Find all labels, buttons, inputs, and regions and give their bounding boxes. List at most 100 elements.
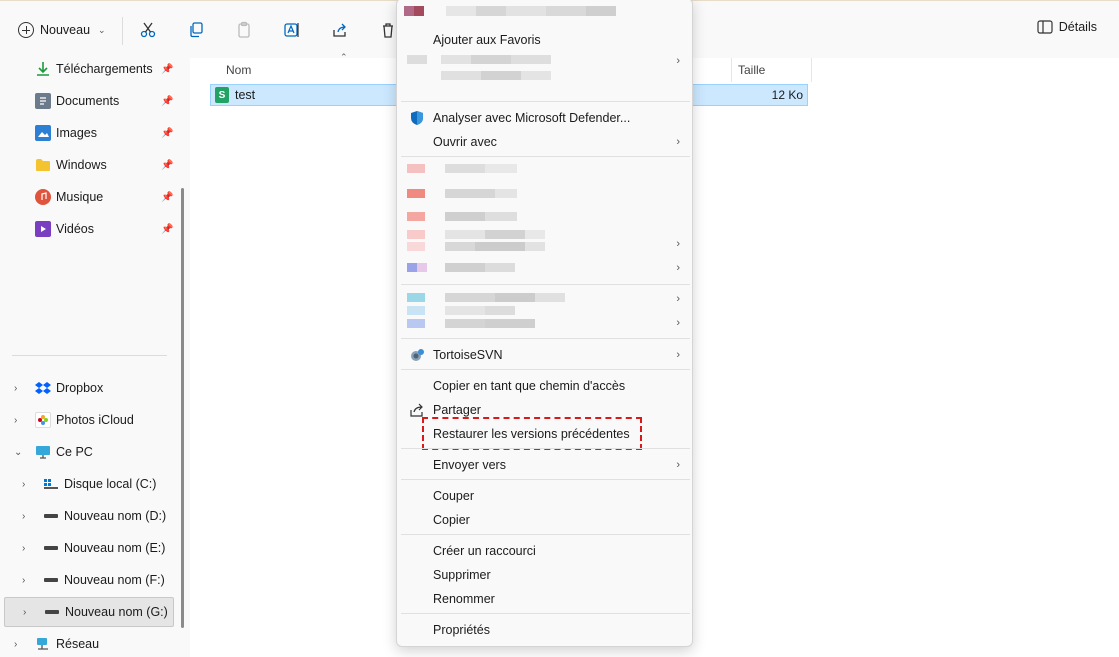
column-divider[interactable] [811, 58, 812, 82]
sidebar-scrollbar[interactable] [181, 188, 184, 628]
menu-item-rename[interactable]: Renommer [401, 587, 690, 611]
chevron-right-icon[interactable]: › [22, 511, 25, 522]
chevron-right-icon[interactable]: › [14, 639, 17, 650]
music-icon [35, 189, 51, 205]
network-icon [35, 636, 51, 652]
menu-item-label: Renommer [433, 592, 495, 606]
menu-separator [401, 284, 690, 285]
details-button[interactable]: Détails [1037, 20, 1097, 34]
menu-item-tortoisesvn[interactable]: TortoiseSVN › [401, 343, 690, 367]
pin-icon[interactable]: 📌 [161, 224, 173, 235]
sidebar-item-label: Vidéos [56, 222, 94, 236]
sidebar-item-windows[interactable]: Windows 📌 [0, 150, 178, 180]
cut-button[interactable] [135, 17, 161, 43]
sidebar-item-drive-d[interactable]: › Nouveau nom (D:) [0, 501, 178, 531]
chevron-right-icon: › [676, 262, 680, 274]
sidebar-item-downloads[interactable]: Téléchargements 📌 [0, 54, 178, 84]
menu-item-label: Envoyer vers [433, 458, 506, 472]
menu-item-cut[interactable]: Couper [401, 484, 690, 508]
column-header-name[interactable]: Nom [226, 58, 251, 82]
chevron-down-icon: ⌄ [98, 24, 106, 35]
menu-item-label: Analyser avec Microsoft Defender... [433, 111, 631, 125]
chevron-right-icon[interactable]: › [23, 607, 26, 618]
copy-button[interactable] [183, 17, 209, 43]
menu-item-label: Partager [433, 403, 481, 417]
sidebar-item-icloud-photos[interactable]: › Photos iCloud [0, 405, 178, 435]
sidebar-item-label: Images [56, 126, 97, 140]
icloud-photos-icon [35, 412, 51, 428]
sidebar-divider [12, 355, 167, 356]
pin-icon[interactable]: 📌 [161, 128, 173, 139]
new-button[interactable]: Nouveau ⌄ [12, 15, 112, 45]
sidebar-item-label: Téléchargements [56, 62, 153, 76]
menu-separator [401, 369, 690, 370]
sidebar-item-drive-c[interactable]: › Disque local (C:) [0, 469, 178, 499]
redacted-submenu[interactable]: › [401, 232, 690, 256]
menu-item-label: Supprimer [433, 568, 491, 582]
sidebar-item-videos[interactable]: Vidéos 📌 [0, 214, 178, 244]
trash-icon [383, 23, 393, 38]
redacted-submenu[interactable]: › [401, 311, 690, 335]
chevron-right-icon[interactable]: › [22, 575, 25, 586]
sidebar-item-dropbox[interactable]: › Dropbox [0, 373, 178, 403]
folder-icon [35, 157, 51, 173]
chevron-right-icon[interactable]: › [14, 383, 17, 394]
redacted-submenu[interactable]: › [401, 49, 690, 73]
sidebar-item-label: Documents [56, 94, 120, 108]
redacted-menu-item [404, 6, 616, 16]
new-button-label: Nouveau [40, 23, 91, 37]
redacted-submenu[interactable]: › [401, 287, 690, 311]
chevron-down-icon[interactable]: ⌄ [14, 447, 22, 458]
menu-item-create-shortcut[interactable]: Créer un raccourci [401, 539, 690, 563]
navigation-pane: Téléchargements 📌 Documents 📌 Images 📌 W… [0, 58, 190, 657]
sidebar-item-label: Dropbox [56, 381, 104, 395]
chevron-right-icon[interactable]: › [22, 543, 25, 554]
sidebar-item-documents[interactable]: Documents 📌 [0, 86, 178, 116]
column-header-size[interactable]: Taille [738, 58, 765, 82]
chevron-right-icon[interactable]: › [14, 415, 17, 426]
pin-icon[interactable]: 📌 [161, 96, 173, 107]
pc-icon [35, 444, 51, 460]
menu-item-properties[interactable]: Propriétés [401, 618, 690, 642]
redacted-submenu[interactable]: › [401, 256, 690, 280]
sidebar-item-label: Réseau [56, 637, 100, 651]
paste-button[interactable] [231, 17, 257, 43]
dropbox-icon [35, 380, 51, 396]
rename-button[interactable] [279, 17, 305, 43]
context-menu: Ajouter aux Favoris › Analyser avec Micr… [396, 0, 693, 647]
pin-icon[interactable]: 📌 [161, 64, 173, 75]
sidebar-item-network[interactable]: › Réseau [0, 629, 178, 657]
drive-icon [43, 508, 59, 524]
menu-item-label: Propriétés [433, 623, 490, 637]
menu-item-label: Couper [433, 489, 474, 503]
sidebar-item-drive-f[interactable]: › Nouveau nom (F:) [0, 565, 178, 595]
sidebar-item-label: Nouveau nom (G:) [65, 605, 168, 619]
chevron-right-icon[interactable]: › [22, 479, 25, 490]
windows-drive-icon [43, 476, 59, 492]
column-divider[interactable] [731, 58, 732, 82]
menu-item-label: TortoiseSVN [433, 348, 503, 362]
pin-icon[interactable]: 📌 [161, 192, 173, 203]
pin-icon[interactable]: 📌 [161, 160, 173, 171]
sidebar-item-label: Musique [56, 190, 104, 204]
sidebar-item-music[interactable]: Musique 📌 [0, 182, 178, 212]
menu-item-send-to[interactable]: Envoyer vers › [401, 453, 690, 477]
sidebar-item-this-pc[interactable]: ⌄ Ce PC [0, 437, 178, 467]
defender-shield-icon [409, 110, 425, 126]
menu-separator [401, 448, 690, 449]
menu-item-label: Ajouter aux Favoris [433, 33, 541, 47]
sidebar-item-images[interactable]: Images 📌 [0, 118, 178, 148]
plus-icon [18, 22, 34, 38]
copy-icon [190, 22, 203, 38]
sidebar-item-drive-g[interactable]: › Nouveau nom (G:) [4, 597, 174, 627]
scissors-icon [140, 22, 156, 38]
sidebar-item-drive-e[interactable]: › Nouveau nom (E:) [0, 533, 178, 563]
menu-item-open-with[interactable]: Ouvrir avec › [401, 130, 690, 154]
menu-item-copy-path[interactable]: Copier en tant que chemin d'accès [401, 374, 690, 398]
share-button[interactable] [327, 17, 353, 43]
chevron-right-icon: › [676, 293, 680, 305]
menu-item-delete[interactable]: Supprimer [401, 563, 690, 587]
redacted-menu-item [407, 164, 517, 173]
menu-item-defender-scan[interactable]: Analyser avec Microsoft Defender... [401, 106, 690, 130]
menu-item-copy[interactable]: Copier [401, 508, 690, 532]
